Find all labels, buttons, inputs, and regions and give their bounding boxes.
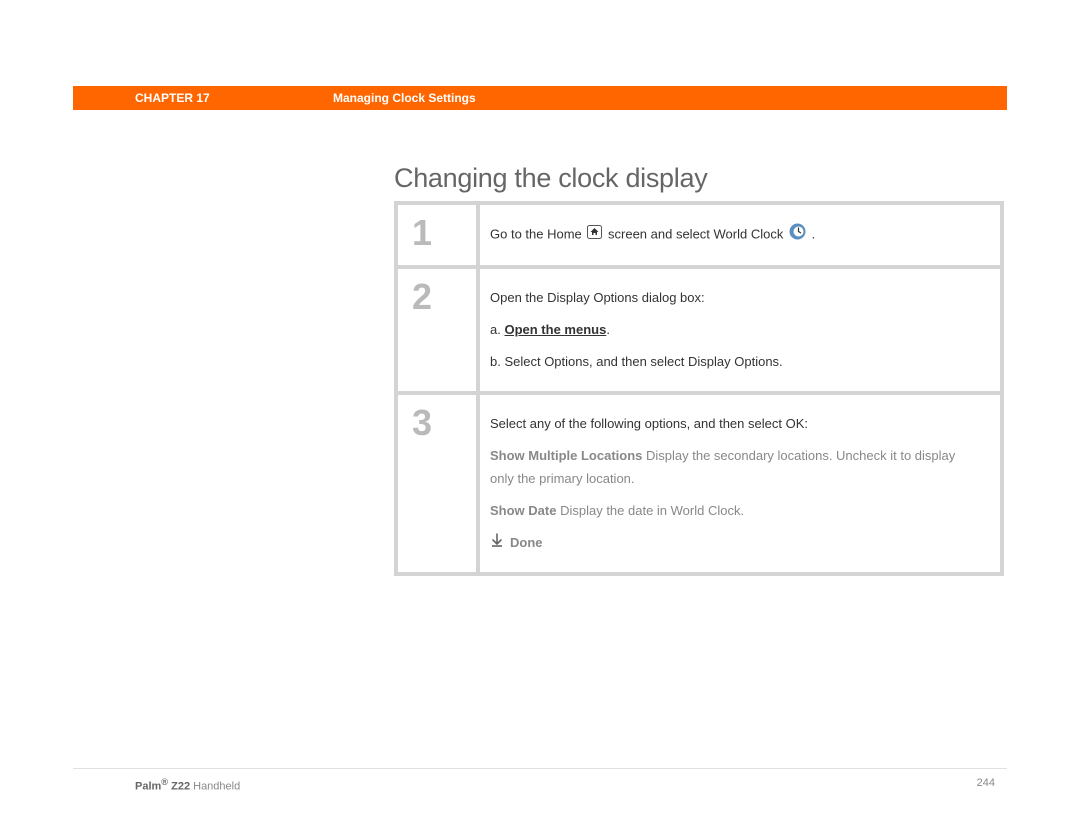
step3-intro: Select any of the following options, and… — [490, 413, 980, 435]
chapter-label: CHAPTER 17 — [73, 91, 333, 105]
step3-option2: Show Date Display the date in World Cloc… — [490, 500, 980, 522]
done-arrow-icon — [490, 532, 504, 554]
chapter-header-bar: CHAPTER 17 Managing Clock Settings — [73, 86, 1007, 110]
step2-a: a. Open the menus. — [490, 319, 980, 341]
step-number: 2 — [398, 269, 476, 391]
step-content: Open the Display Options dialog box: a. … — [480, 269, 1000, 391]
done-indicator: Done — [490, 532, 980, 554]
step-number: 1 — [398, 205, 476, 265]
steps-container: 1 Go to the Home screen and select World… — [394, 201, 1004, 576]
page-number: 244 — [977, 777, 1007, 793]
step1-text: Go to the Home screen and select World C… — [490, 223, 980, 247]
chapter-title: Managing Clock Settings — [333, 91, 476, 105]
step-content: Select any of the following options, and… — [480, 395, 1000, 571]
done-label: Done — [510, 532, 543, 554]
page-footer: Palm® Z22 Handheld 244 — [73, 768, 1007, 793]
step-row: 2 Open the Display Options dialog box: a… — [398, 269, 1000, 391]
step2-b: b. Select Options, and then select Displ… — [490, 351, 980, 373]
home-icon — [587, 224, 602, 246]
step-row: 1 Go to the Home screen and select World… — [398, 205, 1000, 265]
world-clock-icon — [789, 223, 806, 247]
open-menus-link[interactable]: Open the menus — [504, 322, 606, 337]
section-heading: Changing the clock display — [394, 163, 707, 194]
step-row: 3 Select any of the following options, a… — [398, 395, 1000, 571]
step3-option1: Show Multiple Locations Display the seco… — [490, 445, 980, 489]
footer-product: Palm® Z22 Handheld — [73, 777, 240, 793]
step2-intro: Open the Display Options dialog box: — [490, 287, 980, 309]
step-content: Go to the Home screen and select World C… — [480, 205, 1000, 265]
step-number: 3 — [398, 395, 476, 571]
